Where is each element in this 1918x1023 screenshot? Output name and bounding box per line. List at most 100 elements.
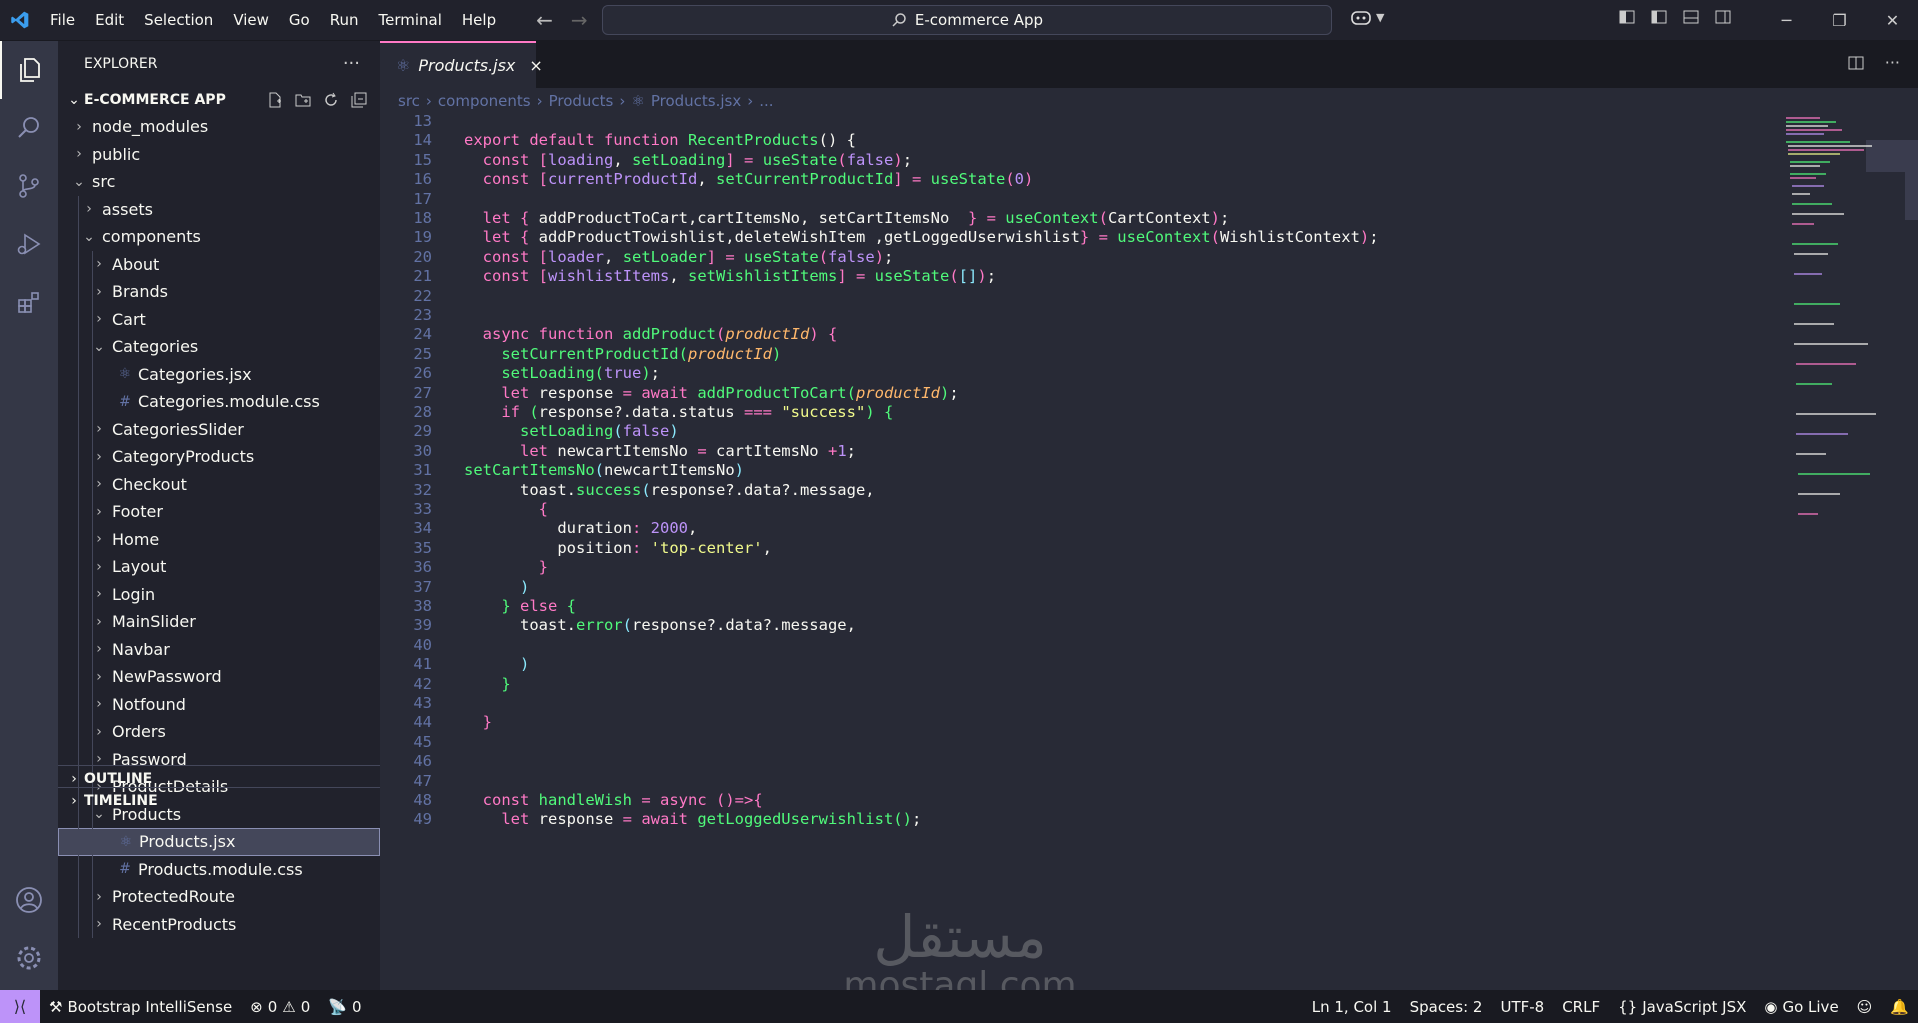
settings-gear-icon[interactable] [0, 929, 58, 987]
search-icon[interactable] [0, 99, 58, 157]
notifications-bell[interactable]: 🔔 [1881, 998, 1918, 1016]
more-actions-icon[interactable]: ··· [1885, 54, 1900, 72]
split-editor-icon[interactable] [1847, 54, 1865, 72]
folder-item[interactable]: › Navbar [58, 636, 380, 664]
command-center[interactable]: E-commerce App [602, 5, 1332, 35]
copilot-status[interactable]: ☺ [1848, 998, 1882, 1016]
refresh-icon[interactable] [322, 91, 340, 109]
file-item[interactable]: ⚛ Categories.jsx [58, 361, 380, 389]
go-live-button[interactable]: ◉ Go Live [1755, 998, 1847, 1016]
folder-item[interactable]: › Brands [58, 278, 380, 306]
new-folder-icon[interactable] [294, 91, 312, 109]
menu-go[interactable]: Go [279, 0, 320, 41]
line-number: 23 [413, 306, 432, 324]
folder-item[interactable]: › Notfound [58, 691, 380, 719]
restore-icon[interactable]: ❐ [1813, 0, 1866, 41]
account-icon[interactable] [0, 871, 58, 929]
chevron-right-icon: › [96, 421, 102, 438]
customize-layout-icon[interactable] [1618, 8, 1636, 26]
menu-view[interactable]: View [223, 0, 279, 41]
indentation[interactable]: Spaces: 2 [1401, 998, 1492, 1016]
folder-item[interactable]: › About [58, 251, 380, 279]
code-token: ) [939, 383, 950, 402]
toggle-panel-icon[interactable] [1682, 8, 1700, 26]
folder-item[interactable]: › Login [58, 581, 380, 609]
code-token: useState [874, 267, 950, 286]
folder-item[interactable]: › Checkout [58, 471, 380, 499]
menu-file[interactable]: File [40, 0, 85, 41]
bootstrap-intellisense-status[interactable]: ⚒ Bootstrap IntelliSense [40, 998, 241, 1016]
copilot-icon [1351, 11, 1371, 25]
timeline-header[interactable]: › TIMELINE [58, 787, 380, 814]
folder-item[interactable]: › assets [58, 196, 380, 224]
tab-products-jsx[interactable]: ⚛ Products.jsx × [380, 41, 543, 88]
code-token: () { [818, 131, 856, 150]
menu-run[interactable]: Run [320, 0, 369, 41]
code-token: ) [669, 422, 679, 441]
collapse-all-icon[interactable] [350, 91, 368, 109]
folder-item[interactable]: › MainSlider [58, 608, 380, 636]
forward-arrow-icon[interactable]: → [571, 8, 588, 32]
ports-status[interactable]: 📡 0 [319, 998, 370, 1016]
breadcrumb-item[interactable]: components [438, 92, 531, 110]
minimize-icon[interactable]: ─ [1760, 0, 1813, 41]
folder-item[interactable]: › Orders [58, 718, 380, 746]
broadcast-icon: ◉ [1764, 997, 1778, 1016]
chevron-down-icon: ⌄ [83, 228, 95, 245]
new-file-icon[interactable] [266, 91, 284, 109]
folder-item[interactable]: › Footer [58, 498, 380, 526]
folder-item[interactable]: › ProtectedRoute [58, 883, 380, 911]
folder-item[interactable]: › CategoryProducts [58, 443, 380, 471]
run-debug-icon[interactable] [0, 215, 58, 273]
breadcrumb-item[interactable]: ... [759, 92, 773, 110]
back-arrow-icon[interactable]: ← [536, 8, 553, 32]
code-token: ) [734, 461, 744, 480]
toggle-secondary-sidebar-icon[interactable] [1714, 8, 1732, 26]
folder-item[interactable]: ⌄ src [58, 168, 380, 196]
folder-item[interactable]: ⌄ components [58, 223, 380, 251]
remote-indicator[interactable]: ⟩⟨ [0, 990, 40, 1023]
menu-edit[interactable]: Edit [85, 0, 134, 41]
code-token: = [1089, 228, 1118, 247]
folder-item[interactable]: › RecentProducts [58, 911, 380, 939]
folder-item[interactable]: › public [58, 141, 380, 169]
code-editor[interactable]: 13 14 export default function RecentProduc… [380, 114, 1780, 990]
folder-item[interactable]: ⌄ Categories [58, 333, 380, 361]
toggle-primary-sidebar-icon[interactable] [1650, 8, 1668, 26]
close-tab-icon[interactable]: × [529, 56, 542, 75]
more-actions-icon[interactable]: ··· [343, 53, 360, 74]
explorer-root-header[interactable]: ⌄ E-COMMERCE APP [58, 86, 380, 113]
folder-item[interactable]: › Cart [58, 306, 380, 334]
eol-label: CRLF [1562, 997, 1601, 1016]
code-token: [] [958, 267, 978, 286]
code-token: currentProductId [548, 170, 698, 189]
code-line: const [currentProductId, setCurrentProdu… [464, 170, 1034, 189]
editor-scrollbar[interactable] [1905, 165, 1918, 220]
menu-terminal[interactable]: Terminal [369, 0, 452, 41]
folder-item[interactable]: › Home [58, 526, 380, 554]
breadcrumb-item[interactable]: Products.jsx [651, 92, 741, 110]
breadcrumb-item[interactable]: Products [549, 92, 614, 110]
problems-status[interactable]: ⊗ 0 ⚠ 0 [241, 998, 319, 1016]
folder-item[interactable]: › CategoriesSlider [58, 416, 380, 444]
folder-item[interactable]: › node_modules [58, 113, 380, 141]
breadcrumb-item[interactable]: src [398, 92, 420, 110]
search-icon [892, 13, 906, 27]
close-icon[interactable]: ✕ [1866, 0, 1918, 41]
folder-item[interactable]: › NewPassword [58, 663, 380, 691]
end-of-line[interactable]: CRLF [1553, 998, 1609, 1016]
menu-selection[interactable]: Selection [134, 0, 223, 41]
folder-item[interactable]: › Layout [58, 553, 380, 581]
copilot-button[interactable]: ▼ [1350, 8, 1384, 26]
explorer-icon[interactable] [0, 41, 58, 99]
file-item[interactable]: # Categories.module.css [58, 388, 380, 416]
extensions-icon[interactable] [0, 273, 58, 331]
source-control-icon[interactable] [0, 157, 58, 215]
cursor-position[interactable]: Ln 1, Col 1 [1303, 998, 1401, 1016]
minimap[interactable] [1780, 114, 1918, 990]
language-mode[interactable]: {} JavaScript JSX [1609, 998, 1755, 1016]
menu-help[interactable]: Help [452, 0, 506, 41]
file-item[interactable]: # Products.module.css [58, 856, 380, 884]
file-item[interactable]: ⚛ Products.jsx [58, 828, 380, 856]
encoding[interactable]: UTF-8 [1491, 998, 1553, 1016]
